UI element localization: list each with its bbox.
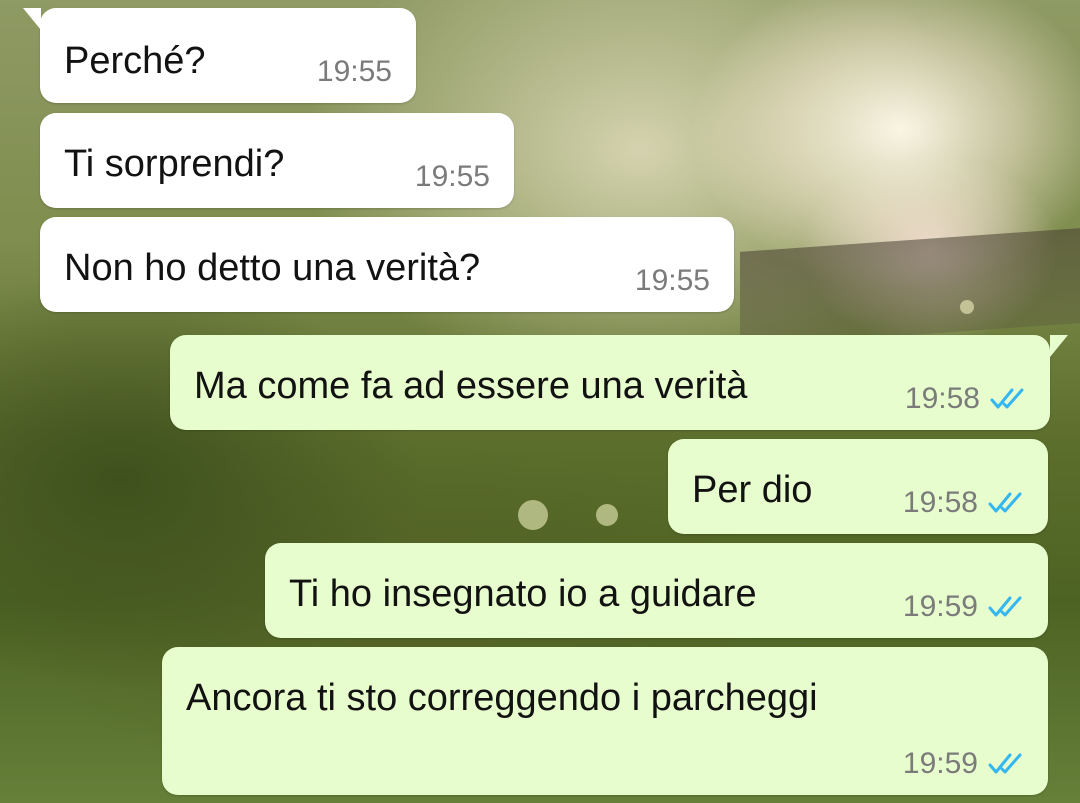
message-meta: 19:55 — [317, 55, 392, 89]
message-meta: 19:55 — [635, 264, 710, 298]
message-meta: 19:55 — [415, 160, 490, 194]
message-meta: 19:59 — [903, 747, 1026, 781]
message-time: 19:59 — [902, 590, 978, 623]
message-bubble-incoming[interactable]: Ti sorprendi? 19:55 — [40, 113, 514, 208]
double-check-read-icon — [988, 491, 1026, 515]
message-text: Perché? — [64, 40, 206, 82]
message-bubble-outgoing[interactable]: Ti ho insegnato io a guidare 19:59 — [265, 543, 1048, 638]
message-time: 19:55 — [414, 160, 490, 193]
message-meta: 19:58 — [903, 486, 1026, 520]
wallpaper-light-spot — [596, 504, 618, 526]
message-time: 19:58 — [902, 486, 978, 519]
message-meta: 19:59 — [903, 590, 1026, 624]
message-bubble-outgoing[interactable]: Ancora ti sto correggendo i parcheggi 19… — [162, 647, 1048, 795]
wallpaper-roof — [740, 228, 1080, 347]
message-bubble-incoming[interactable]: Perché? 19:55 — [23, 8, 416, 103]
bubble-tail — [23, 8, 41, 30]
message-time: 19:55 — [634, 264, 710, 297]
message-time: 19:58 — [904, 382, 980, 415]
double-check-read-icon — [988, 595, 1026, 619]
message-meta: 19:58 — [905, 382, 1028, 416]
message-text: Ma come fa ad essere una verità — [194, 365, 748, 407]
double-check-read-icon — [990, 387, 1028, 411]
message-time: 19:59 — [902, 747, 978, 780]
bubble-tail — [1050, 335, 1068, 357]
message-bubble-outgoing[interactable]: Per dio 19:58 — [668, 439, 1048, 534]
message-bubble-outgoing[interactable]: Ma come fa ad essere una verità 19:58 — [170, 335, 1068, 430]
message-text: Non ho detto una verità? — [64, 247, 481, 289]
message-text: Ti ho insegnato io a guidare — [289, 573, 757, 615]
message-text: Per dio — [692, 469, 813, 511]
wallpaper-light-spot — [518, 500, 548, 530]
double-check-read-icon — [988, 752, 1026, 776]
message-time: 19:55 — [316, 55, 392, 88]
wallpaper-light-spot — [960, 300, 974, 314]
message-text: Ancora ti sto correggendo i parcheggi — [186, 677, 818, 719]
message-text: Ti sorprendi? — [64, 143, 285, 185]
message-bubble-incoming[interactable]: Non ho detto una verità? 19:55 — [40, 217, 734, 312]
